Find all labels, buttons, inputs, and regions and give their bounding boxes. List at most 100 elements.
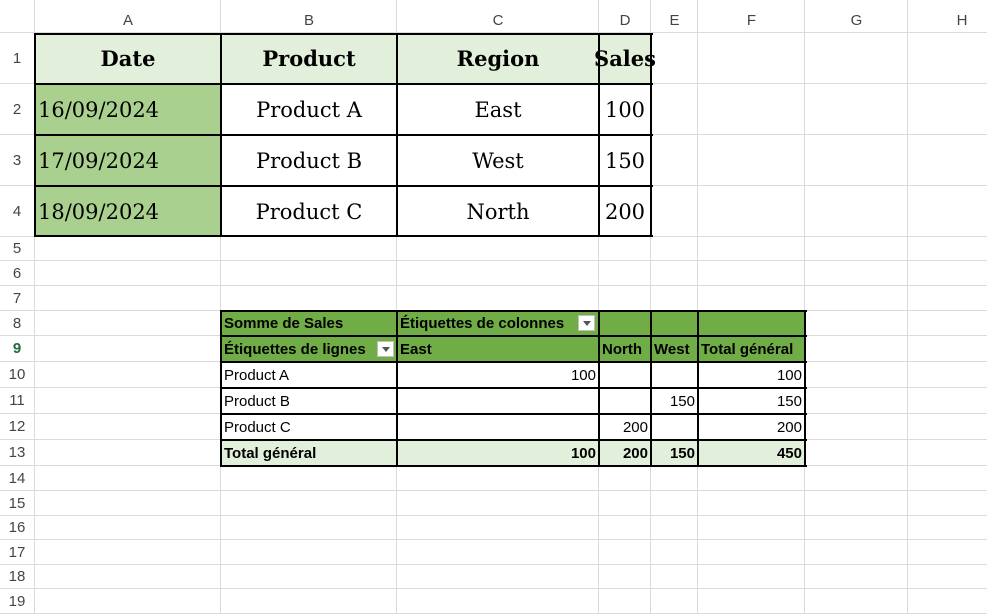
gridline-horizontal xyxy=(0,490,987,491)
table-cell-sales[interactable]: 150 xyxy=(599,135,651,186)
row-header-11[interactable]: 11 xyxy=(0,388,34,414)
pivot-column-labels[interactable]: Étiquettes de colonnes xyxy=(397,311,599,336)
table-cell-region[interactable]: North xyxy=(397,186,599,237)
gridline-horizontal xyxy=(0,539,987,540)
table-cell-date[interactable]: 16/09/2024 xyxy=(35,84,221,135)
column-header-c[interactable]: C xyxy=(397,8,599,32)
row-header-16[interactable]: 16 xyxy=(0,516,34,540)
pivot-values-label[interactable]: Somme de Sales xyxy=(221,311,397,336)
table-cell-date[interactable]: 18/09/2024 xyxy=(35,186,221,237)
table-border xyxy=(34,235,653,237)
table-border xyxy=(34,33,653,35)
row-header-12[interactable]: 12 xyxy=(0,414,34,440)
pivot-cell[interactable] xyxy=(397,388,599,414)
pivot-border xyxy=(598,310,600,467)
row-header-18[interactable]: 18 xyxy=(0,565,34,589)
pivot-col-header-west[interactable]: West xyxy=(651,336,698,362)
table-border xyxy=(34,83,653,85)
table-border xyxy=(34,33,36,237)
pivot-header-blank[interactable] xyxy=(651,311,698,336)
row-header-9[interactable]: 9 xyxy=(0,336,34,362)
pivot-cell[interactable]: 100 xyxy=(397,362,599,388)
column-header-b[interactable]: B xyxy=(221,8,397,32)
pivot-border xyxy=(220,310,222,467)
row-header-8[interactable]: 8 xyxy=(0,311,34,336)
table-cell-region[interactable]: West xyxy=(397,135,599,186)
row-header-10[interactable]: 10 xyxy=(0,362,34,388)
pivot-row-label[interactable]: Product A xyxy=(221,362,397,388)
table-cell-product[interactable]: Product C xyxy=(221,186,397,237)
pivot-grand-total-label[interactable]: Total général xyxy=(221,440,397,466)
pivot-col-header-east[interactable]: East xyxy=(397,336,599,362)
table-header-sales[interactable]: Sales xyxy=(594,33,656,84)
gridline-horizontal xyxy=(0,515,987,516)
table-border xyxy=(34,134,653,136)
pivot-cell[interactable]: 200 xyxy=(599,414,651,440)
row-header-15[interactable]: 15 xyxy=(0,491,34,516)
pivot-cell[interactable] xyxy=(599,388,651,414)
pivot-cell[interactable]: 150 xyxy=(651,388,698,414)
column-header-a[interactable]: A xyxy=(35,8,221,32)
gridline-vertical xyxy=(804,0,805,614)
column-header-e[interactable]: E xyxy=(651,8,698,32)
pivot-cell[interactable] xyxy=(651,362,698,388)
pivot-header-blank[interactable] xyxy=(599,311,651,336)
row-header-19[interactable]: 19 xyxy=(0,589,34,614)
column-filter-dropdown-icon[interactable] xyxy=(578,315,595,331)
pivot-border xyxy=(220,387,807,389)
gridline-vertical xyxy=(697,0,698,614)
row-header-4[interactable]: 4 xyxy=(0,186,34,237)
table-cell-sales[interactable]: 200 xyxy=(599,186,651,237)
pivot-col-header-north[interactable]: North xyxy=(599,336,651,362)
table-cell-product[interactable]: Product A xyxy=(221,84,397,135)
pivot-border xyxy=(697,310,699,467)
pivot-border xyxy=(220,361,807,363)
column-header-d[interactable]: D xyxy=(599,8,651,32)
pivot-border xyxy=(220,335,807,337)
row-filter-dropdown-icon[interactable] xyxy=(377,341,394,357)
table-header-product[interactable]: Product xyxy=(221,33,397,84)
pivot-grand-total-cell[interactable]: 150 xyxy=(651,440,698,466)
pivot-row-label[interactable]: Product B xyxy=(221,388,397,414)
pivot-border xyxy=(220,413,807,415)
pivot-grand-total-value[interactable]: 450 xyxy=(698,440,805,466)
row-header-2[interactable]: 2 xyxy=(0,84,34,135)
pivot-row-labels-text: Étiquettes de lignes xyxy=(224,340,366,358)
row-header-17[interactable]: 17 xyxy=(0,540,34,565)
pivot-border xyxy=(650,310,652,467)
pivot-column-labels-text: Étiquettes de colonnes xyxy=(400,315,565,332)
table-header-region[interactable]: Region xyxy=(397,33,599,84)
row-header-5[interactable]: 5 xyxy=(0,237,34,261)
row-header-14[interactable]: 14 xyxy=(0,466,34,491)
pivot-cell[interactable] xyxy=(397,414,599,440)
pivot-cell[interactable] xyxy=(651,414,698,440)
row-header-3[interactable]: 3 xyxy=(0,135,34,186)
pivot-cell-total[interactable]: 100 xyxy=(698,362,805,388)
pivot-grand-total-cell[interactable]: 200 xyxy=(599,440,651,466)
table-cell-date[interactable]: 17/09/2024 xyxy=(35,135,221,186)
row-header-7[interactable]: 7 xyxy=(0,286,34,311)
pivot-cell-total[interactable]: 150 xyxy=(698,388,805,414)
table-border xyxy=(598,33,600,237)
gridline-horizontal xyxy=(0,588,987,589)
row-header-1[interactable]: 1 xyxy=(0,33,34,84)
pivot-cell-total[interactable]: 200 xyxy=(698,414,805,440)
pivot-row-label[interactable]: Product C xyxy=(221,414,397,440)
table-cell-sales[interactable]: 100 xyxy=(599,84,651,135)
table-cell-region[interactable]: East xyxy=(397,84,599,135)
table-header-date[interactable]: Date xyxy=(35,33,221,84)
pivot-border xyxy=(220,310,807,312)
pivot-cell[interactable] xyxy=(599,362,651,388)
pivot-col-header-total[interactable]: Total général xyxy=(698,336,805,362)
table-border xyxy=(396,33,398,237)
row-header-13[interactable]: 13 xyxy=(0,440,34,466)
pivot-row-labels[interactable]: Étiquettes de lignes xyxy=(221,336,397,362)
pivot-header-blank[interactable] xyxy=(698,311,805,336)
column-header-f[interactable]: F xyxy=(698,8,805,32)
pivot-grand-total-cell[interactable]: 100 xyxy=(397,440,599,466)
table-cell-product[interactable]: Product B xyxy=(221,135,397,186)
column-header-g[interactable]: G xyxy=(805,8,908,32)
row-header-6[interactable]: 6 xyxy=(0,261,34,286)
table-border xyxy=(650,33,652,237)
column-header-h[interactable]: H xyxy=(908,8,987,32)
